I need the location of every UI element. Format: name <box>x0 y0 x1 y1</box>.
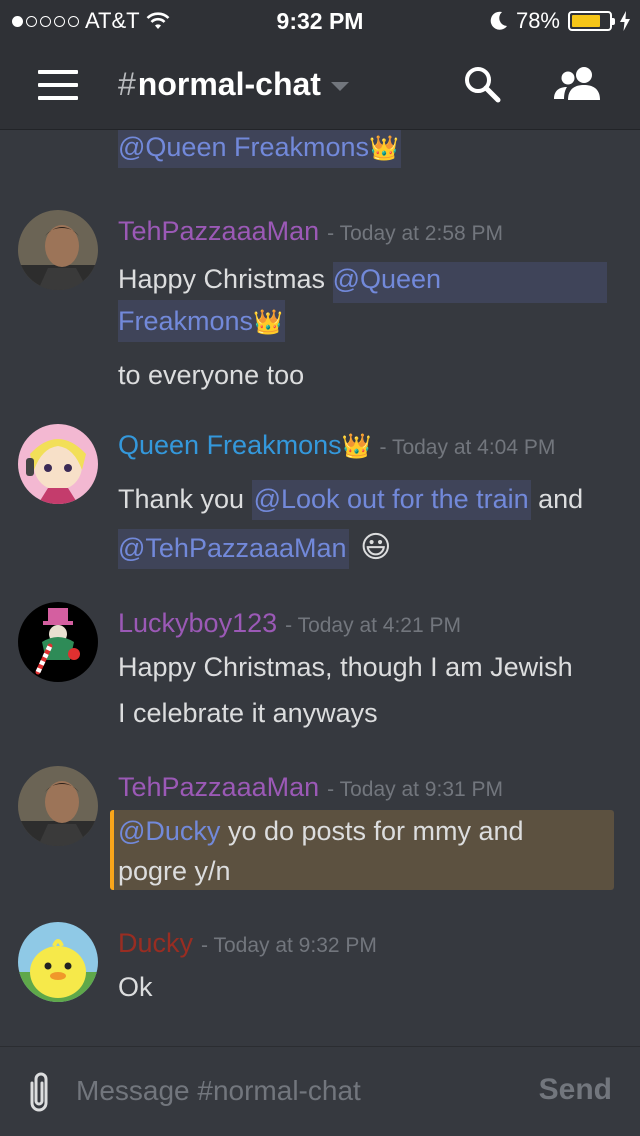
message-text: I celebrate it anyways <box>118 698 378 728</box>
message-input[interactable] <box>76 1075 516 1107</box>
avatar[interactable] <box>18 424 98 504</box>
battery-percent: 78% <box>515 8 560 33</box>
username[interactable]: TehPazzaaaMan <box>118 772 319 803</box>
avatar[interactable] <box>18 210 98 290</box>
message-line: @Ducky yo do posts for mmy and <box>118 816 524 847</box>
paperclip-icon[interactable] <box>22 1069 56 1115</box>
message-text: Ok <box>118 972 153 1002</box>
message-line: Freakmons👑 <box>118 300 285 342</box>
user-mention[interactable]: @Look out for the train <box>251 480 531 520</box>
message-text: Happy Christmas, though I am Jewish <box>118 652 573 682</box>
timestamp: - Today at 4:04 PM <box>379 436 556 459</box>
moon-icon <box>490 11 507 30</box>
channel-header: # normal-chat <box>0 40 640 130</box>
message-list[interactable]: @Queen Freakmons👑 TehPazzaaaMan - Today … <box>0 130 640 1046</box>
chevron-down-icon <box>330 82 349 91</box>
message-text: pogre y/n <box>118 856 231 886</box>
avatar[interactable] <box>18 922 98 1002</box>
avatar[interactable] <box>18 766 98 846</box>
user-mention[interactable]: @Ducky <box>118 816 220 846</box>
avatar[interactable] <box>18 602 98 682</box>
username[interactable]: TehPazzaaaMan <box>118 216 319 247</box>
message-line: Thank you @Look out for the train and <box>118 480 584 520</box>
user-mention[interactable]: @Queen Freakmons👑 <box>118 130 401 168</box>
channel-hash: # <box>118 66 136 102</box>
message-text: yo do posts for mmy and <box>220 816 524 846</box>
username[interactable]: Luckyboy123 <box>118 608 277 639</box>
message-line: Happy Christmas @Queen <box>118 262 607 303</box>
timestamp: - Today at 4:21 PM <box>285 614 461 637</box>
search-icon[interactable] <box>462 64 502 104</box>
message-composer: Send <box>0 1046 640 1136</box>
channel-title[interactable]: # normal-chat <box>118 66 349 103</box>
send-button[interactable]: Send <box>539 1073 612 1107</box>
message-line: @Queen Freakmons👑 <box>118 130 401 168</box>
timestamp: - Today at 9:32 PM <box>201 934 377 957</box>
user-mention[interactable]: @TehPazzaaaMan <box>118 529 349 569</box>
timestamp: - Today at 9:31 PM <box>327 778 504 801</box>
hamburger-icon[interactable] <box>38 70 78 100</box>
members-icon[interactable] <box>554 66 602 102</box>
username[interactable]: Queen Freakmons👑 <box>118 430 372 461</box>
battery-level <box>572 15 601 27</box>
username[interactable]: Ducky <box>118 928 193 959</box>
message-text: to everyone too <box>118 360 305 390</box>
message-text: Happy Christmas <box>118 264 333 294</box>
message-line: @TehPazzaaaMan 😃 <box>118 529 392 569</box>
message-text: and <box>530 484 584 514</box>
status-bar: AT&T 9:32 PM 78% <box>0 0 640 40</box>
timestamp: - Today at 2:58 PM <box>327 222 504 245</box>
message-text: Thank you <box>118 484 252 514</box>
message-meta: TehPazzaaaMan - Today at 2:58 PM <box>118 216 503 247</box>
bolt-icon <box>620 11 630 31</box>
status-right: 78% <box>490 8 630 34</box>
message-meta: Ducky - Today at 9:32 PM <box>118 928 377 959</box>
channel-name: normal-chat <box>137 66 321 102</box>
message-meta: Luckyboy123 - Today at 4:21 PM <box>118 608 461 639</box>
smiley-emoji: 😃 <box>360 531 392 564</box>
message-meta: Queen Freakmons👑 - Today at 4:04 PM <box>118 430 555 461</box>
battery-icon <box>568 11 615 31</box>
user-mention[interactable]: @Queen <box>332 262 607 303</box>
user-mention[interactable]: Freakmons👑 <box>118 300 285 342</box>
message-meta: TehPazzaaaMan - Today at 9:31 PM <box>118 772 503 803</box>
